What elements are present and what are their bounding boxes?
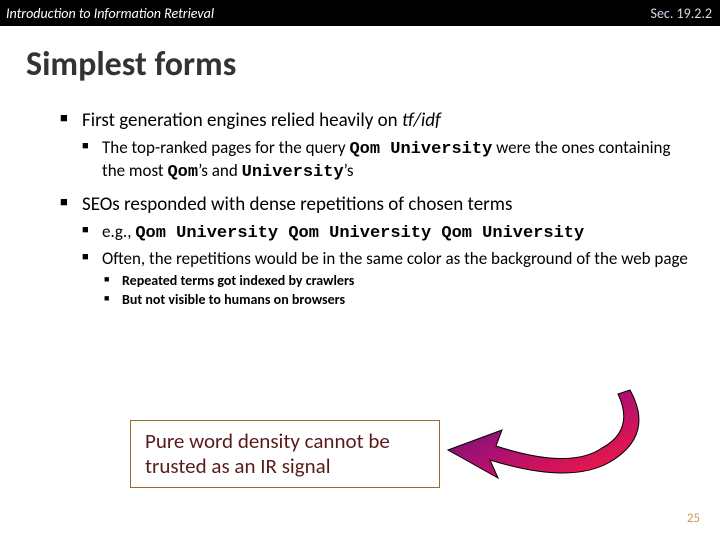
query-term: University bbox=[242, 163, 344, 182]
tfidf-term: tf/idf bbox=[402, 109, 441, 132]
bullet-level2: Often, the repetitions would be in the s… bbox=[82, 248, 690, 269]
curved-arrow-icon bbox=[430, 380, 670, 500]
header-left: Introduction to Information Retrieval bbox=[6, 5, 214, 22]
text: First generation engines relied heavily … bbox=[82, 109, 402, 132]
slide-title: Simplest forms bbox=[0, 26, 720, 99]
page-number: 25 bbox=[687, 511, 700, 526]
bullet-level2: e.g., Qom University Qom University Qom … bbox=[82, 221, 690, 244]
query-term: Qom University bbox=[349, 140, 492, 159]
callout-group: Pure word density cannot be trusted as a… bbox=[130, 420, 670, 500]
slide-body: First generation engines relied heavily … bbox=[0, 109, 720, 309]
bullet-level3: But not visible to humans on browsers bbox=[104, 291, 690, 309]
bullet-level2: The top-ranked pages for the query Qom U… bbox=[82, 137, 690, 184]
callout-box: Pure word density cannot be trusted as a… bbox=[130, 420, 440, 488]
header-section: Sec. 19.2.2 bbox=[651, 5, 712, 22]
bullet-level1: First generation engines relied heavily … bbox=[60, 109, 690, 133]
query-term: Qom bbox=[167, 163, 198, 182]
bullet-level1: SEOs responded with dense repetitions of… bbox=[60, 193, 690, 217]
text: e.g., bbox=[102, 221, 135, 242]
repeated-terms: Qom University Qom University Qom Univer… bbox=[135, 224, 584, 243]
header-bar: Introduction to Information Retrieval Se… bbox=[0, 0, 720, 26]
text: ’s bbox=[344, 160, 354, 181]
text: The top-ranked pages for the query bbox=[102, 137, 349, 158]
bullet-level3: Repeated terms got indexed by crawlers bbox=[104, 272, 690, 290]
text: ’s and bbox=[198, 160, 242, 181]
